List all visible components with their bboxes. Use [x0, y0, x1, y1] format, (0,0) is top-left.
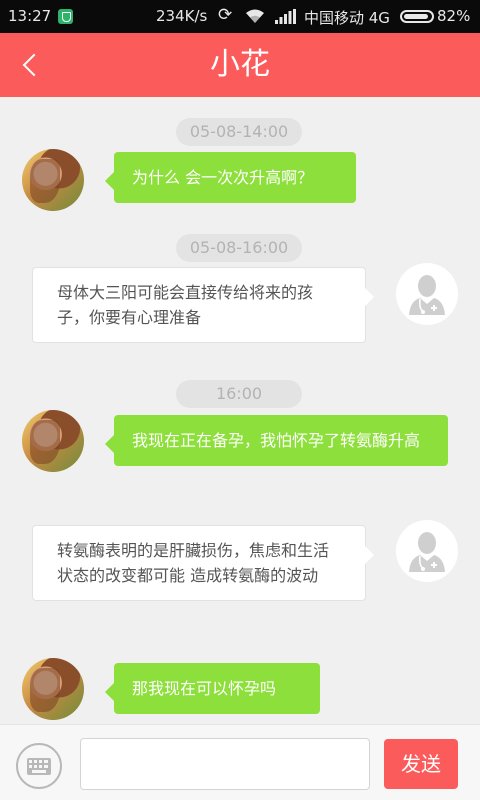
- wifi-icon: [246, 9, 264, 23]
- signal-icon: [275, 9, 296, 24]
- doctor-avatar[interactable]: [396, 263, 458, 325]
- carrier-label: 中国移动 4G: [304, 9, 390, 27]
- user-avatar[interactable]: [22, 149, 84, 211]
- user-avatar[interactable]: [22, 658, 84, 720]
- battery-icon: [400, 10, 434, 23]
- sent-message-bubble[interactable]: 那我现在可以怀孕吗: [105, 663, 320, 714]
- send-button[interactable]: 发送: [384, 739, 458, 789]
- battery-percent: 82%: [437, 7, 471, 25]
- status-bar: 13:27 234K/s ⟳ 中国移动 4G 82%: [0, 0, 480, 33]
- chat-message-list[interactable]: 05-08-14:00 为什么 会一次次升高啊？ 05-08-16:00 母体大…: [0, 97, 480, 724]
- keyboard-icon: [27, 758, 51, 775]
- doctor-silhouette-icon: [409, 275, 445, 315]
- received-message-bubble[interactable]: 转氨酶表明的是肝臟损伤，焦虑和生活状态的改变都可能 造成转氨酶的波动: [32, 525, 374, 601]
- message-timestamp: 05-08-14:00: [176, 118, 302, 146]
- message-timestamp: 05-08-16:00: [176, 234, 302, 262]
- sync-icon: ⟳: [218, 5, 233, 25]
- status-time: 13:27: [8, 7, 52, 25]
- message-timestamp: 16:00: [176, 380, 302, 408]
- network-speed: 234K/s: [156, 7, 208, 25]
- chat-header: 小花: [0, 33, 480, 97]
- security-shield-icon: [58, 9, 73, 24]
- message-input[interactable]: [80, 738, 370, 790]
- doctor-avatar[interactable]: [396, 520, 458, 582]
- chat-title: 小花: [210, 47, 270, 82]
- user-avatar[interactable]: [22, 410, 84, 472]
- sent-message-bubble[interactable]: 我现在正在备孕，我怕怀孕了转氨酶升高: [105, 415, 448, 466]
- sent-message-bubble[interactable]: 为什么 会一次次升高啊？: [105, 152, 356, 203]
- keyboard-toggle-button[interactable]: [16, 743, 62, 789]
- message-input-bar: 发送: [0, 724, 480, 800]
- doctor-silhouette-icon: [409, 532, 445, 572]
- received-message-bubble[interactable]: 母体大三阳可能会直接传给将来的孩子，你要有心理准备: [32, 267, 374, 343]
